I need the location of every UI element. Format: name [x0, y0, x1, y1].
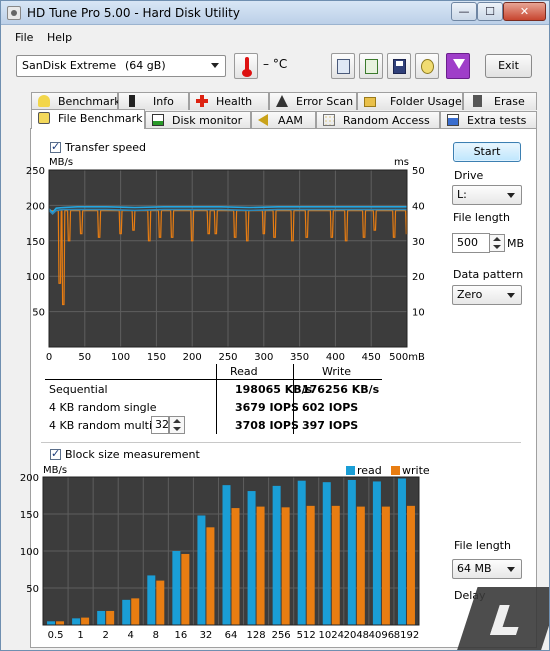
block-write-bar [406, 505, 415, 625]
block-x-tick: 128 [247, 630, 266, 641]
block-x-tick: 16 [174, 630, 187, 641]
block-x-tick: 512 [297, 630, 316, 641]
block-read-bar [97, 610, 106, 625]
app-window: HD Tune Pro 5.00 - Hard Disk Utility — ☐… [0, 0, 550, 651]
block-write-bar [356, 506, 365, 625]
file-length2-combo[interactable]: 64 MB [452, 559, 522, 579]
tab-file-benchmark-label: File Benchmark [58, 112, 143, 125]
block-x-tick: 1024 [319, 630, 344, 641]
block-read-bar [147, 575, 156, 625]
block-x-tick: 32 [200, 630, 213, 641]
block-read-bar [397, 478, 406, 625]
block-read-bar [72, 618, 81, 625]
block-read-bar [347, 479, 356, 625]
tab-file-benchmark[interactable]: File Benchmark [31, 109, 145, 129]
block-x-tick: 256 [272, 630, 291, 641]
block-write-bar [331, 505, 340, 625]
block-read-bar [272, 485, 281, 625]
block-write-bar [106, 610, 115, 625]
block-x-tick: 8192 [394, 630, 419, 641]
block-write-bar [181, 553, 190, 625]
block-x-tick: 4 [128, 630, 134, 641]
block-write-bar [381, 506, 390, 625]
block-write-bar [231, 508, 240, 625]
block-y-tick: 200 [20, 473, 39, 484]
chevron-down-icon [507, 567, 515, 572]
block-x-tick: 1 [77, 630, 83, 641]
block-x-tick: 4096 [369, 630, 394, 641]
block-x-tick: 0.5 [48, 630, 64, 641]
block-read-bar [247, 491, 256, 625]
block-read-bar [122, 599, 131, 625]
block-x-tick: 2 [102, 630, 108, 641]
block-write-bar [81, 617, 90, 625]
block-read-bar [322, 482, 331, 625]
file-length2-label: File length [454, 539, 511, 552]
block-y-tick: 150 [20, 510, 39, 521]
file-benchmark-icon [38, 112, 50, 124]
block-read-bar [222, 485, 231, 625]
block-y-tick: 50 [26, 584, 39, 595]
block-y-tick: 100 [20, 547, 39, 558]
block-write-bar [156, 580, 165, 625]
file-length2-value: 64 MB [457, 562, 492, 575]
block-x-tick: 2048 [344, 630, 369, 641]
block-read-bar [197, 515, 206, 625]
block-x-tick: 64 [225, 630, 238, 641]
block-read-bar [297, 480, 306, 625]
block-write-bar [256, 506, 265, 625]
block-write-bar [281, 507, 290, 625]
block-read-bar [372, 481, 381, 625]
block-read-bar [47, 621, 56, 625]
block-write-bar [56, 621, 65, 625]
block-x-tick: 8 [153, 630, 159, 641]
block-read-bar [172, 551, 181, 625]
block-write-bar [206, 527, 215, 625]
block-write-bar [306, 505, 315, 625]
block-write-bar [131, 598, 140, 625]
block-size-chart: 200 150 100 50 0.5 1 2 4 8 16 32 64 128 256 512 1024 204… [20, 473, 420, 641]
